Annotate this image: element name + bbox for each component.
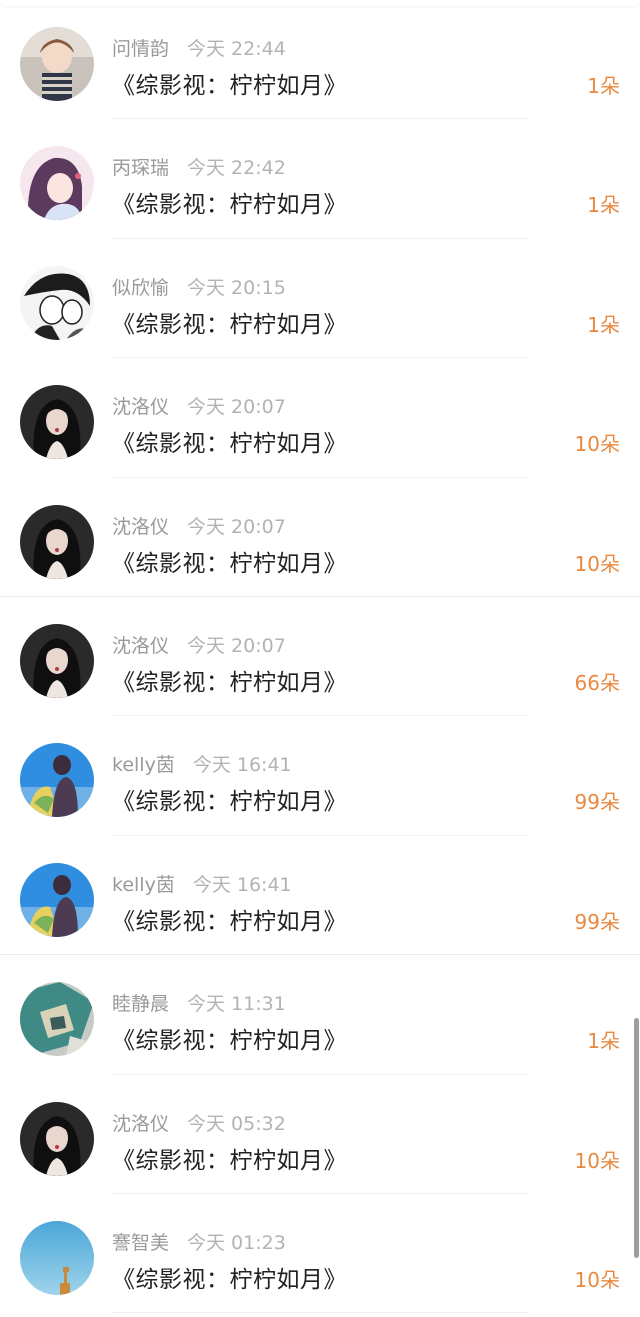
sender-name[interactable]: 謇智美 (112, 1232, 169, 1254)
list-item[interactable]: 问情韵 今天 22:44 《综影视：柠柠如月》 1朵 (0, 0, 640, 120)
avatar-blue-sky-icon[interactable] (20, 743, 94, 818)
avatar-woman-dark-icon[interactable] (20, 385, 94, 460)
sender-meta: kelly茵 今天 16:41 (112, 870, 292, 897)
gift-record-page: 问情韵 今天 22:44 《综影视：柠柠如月》 1朵 丙琛瑞 今天 22:42 《综… (0, 0, 640, 1317)
sender-meta: 问情韵 今天 22:44 (112, 34, 286, 61)
flower-count: 10朵 (574, 551, 620, 576)
avatar-woman-dark-icon[interactable] (20, 504, 94, 579)
avatar-woman-dark-icon[interactable] (20, 1101, 94, 1176)
book-title[interactable]: 《综影视：柠柠如月》 (112, 1021, 347, 1055)
sender-name[interactable]: 问情韵 (112, 38, 169, 60)
flower-count: 99朵 (574, 790, 620, 815)
scrollbar[interactable] (634, 1018, 639, 1258)
sender-meta: 沈洛仪 今天 20:07 (112, 512, 286, 539)
flower-count: 1朵 (587, 193, 620, 218)
sender-meta: 丙琛瑞 今天 22:42 (112, 153, 286, 180)
avatar-manga-icon[interactable] (20, 265, 94, 340)
flower-count: 10朵 (574, 432, 620, 457)
send-time: 今天 16:41 (192, 754, 292, 777)
book-title[interactable]: 《综影视：柠柠如月》 (112, 1260, 347, 1294)
sender-meta: 謇智美 今天 01:23 (112, 1228, 286, 1255)
send-time: 今天 11:31 (187, 993, 286, 1016)
sender-name[interactable]: 沈洛仪 (112, 516, 169, 538)
sender-meta: 沈洛仪 今天 20:07 (112, 392, 286, 419)
avatar-woman-dark-icon[interactable] (20, 623, 94, 698)
book-title[interactable]: 《综影视：柠柠如月》 (112, 66, 347, 100)
book-title[interactable]: 《综影视：柠柠如月》 (112, 663, 347, 697)
avatar-anime-icon[interactable] (20, 146, 94, 221)
book-title[interactable]: 《综影视：柠柠如月》 (112, 305, 347, 339)
sender-meta: 睦静晨 今天 11:31 (112, 989, 286, 1016)
flower-count: 66朵 (574, 670, 620, 695)
list-item[interactable]: 沈洛仪 今天 20:07 《综影视：柠柠如月》 10朵 (0, 358, 640, 478)
sender-name[interactable]: 沈洛仪 (112, 1113, 169, 1135)
sender-meta: 沈洛仪 今天 05:32 (112, 1109, 286, 1136)
send-time: 今天 20:07 (187, 515, 286, 538)
send-time: 今天 05:32 (187, 1112, 286, 1135)
sender-name[interactable]: 丙琛瑞 (112, 157, 169, 179)
send-time: 今天 22:42 (187, 157, 286, 180)
book-title[interactable]: 《综影视：柠柠如月》 (112, 544, 347, 578)
sender-meta: 似欣愉 今天 20:15 (112, 273, 286, 300)
sender-name[interactable]: kelly茵 (112, 754, 175, 776)
list-item[interactable]: 沈洛仪 今天 05:32 《综影视：柠柠如月》 10朵 (0, 1075, 640, 1194)
sender-name[interactable]: 沈洛仪 (112, 635, 169, 657)
send-time: 今天 20:07 (187, 396, 286, 419)
send-time: 今天 16:41 (192, 873, 292, 896)
book-title[interactable]: 《综影视：柠柠如月》 (112, 782, 347, 816)
send-time: 今天 20:15 (187, 276, 286, 299)
list-item[interactable]: 睦静晨 今天 11:31 《综影视：柠柠如月》 1朵 (0, 955, 640, 1075)
avatar-teal-art-icon[interactable] (20, 982, 94, 1057)
list-item[interactable]: 似欣愉 今天 20:15 《综影视：柠柠如月》 1朵 (0, 239, 640, 359)
book-title[interactable]: 《综影视：柠柠如月》 (112, 902, 347, 936)
send-time: 今天 20:07 (187, 634, 286, 657)
sender-name[interactable]: kelly茵 (112, 874, 175, 896)
flower-count: 1朵 (587, 1029, 620, 1054)
flower-count: 10朵 (574, 1267, 620, 1292)
list-item[interactable]: 沈洛仪 今天 20:07 《综影视：柠柠如月》 66朵 (0, 597, 640, 717)
avatar-blue-sky-icon[interactable] (20, 862, 94, 937)
flower-count: 10朵 (574, 1148, 620, 1173)
flower-count: 1朵 (587, 74, 620, 98)
sender-meta: 沈洛仪 今天 20:07 (112, 631, 286, 658)
send-time: 今天 22:44 (187, 38, 286, 60)
book-title[interactable]: 《综影视：柠柠如月》 (112, 1141, 347, 1175)
list-item[interactable]: 沈洛仪 今天 20:07 《综影视：柠柠如月》 10朵 (0, 478, 640, 597)
book-title[interactable]: 《综影视：柠柠如月》 (112, 185, 347, 219)
gift-record-list: 问情韵 今天 22:44 《综影视：柠柠如月》 1朵 丙琛瑞 今天 22:42 《综… (0, 0, 640, 1314)
send-time: 今天 01:23 (187, 1231, 286, 1254)
list-item[interactable]: 謇智美 今天 01:23 《综影视：柠柠如月》 10朵 (0, 1194, 640, 1314)
sender-name[interactable]: 睦静晨 (112, 993, 169, 1015)
flower-count: 1朵 (587, 312, 620, 337)
sender-meta: kelly茵 今天 16:41 (112, 750, 292, 777)
avatar-giraffe-sky-icon[interactable] (20, 1220, 94, 1295)
list-item[interactable]: 丙琛瑞 今天 22:42 《综影视：柠柠如月》 1朵 (0, 119, 640, 239)
book-title[interactable]: 《综影视：柠柠如月》 (112, 424, 347, 458)
avatar-girl-icon[interactable] (20, 27, 94, 101)
flower-count: 99朵 (574, 909, 620, 934)
sender-name[interactable]: 沈洛仪 (112, 396, 169, 418)
list-item[interactable]: kelly茵 今天 16:41 《综影视：柠柠如月》 99朵 (0, 836, 640, 956)
sender-name[interactable]: 似欣愉 (112, 277, 169, 299)
row-divider (112, 1312, 528, 1314)
list-item[interactable]: kelly茵 今天 16:41 《综影视：柠柠如月》 99朵 (0, 716, 640, 836)
